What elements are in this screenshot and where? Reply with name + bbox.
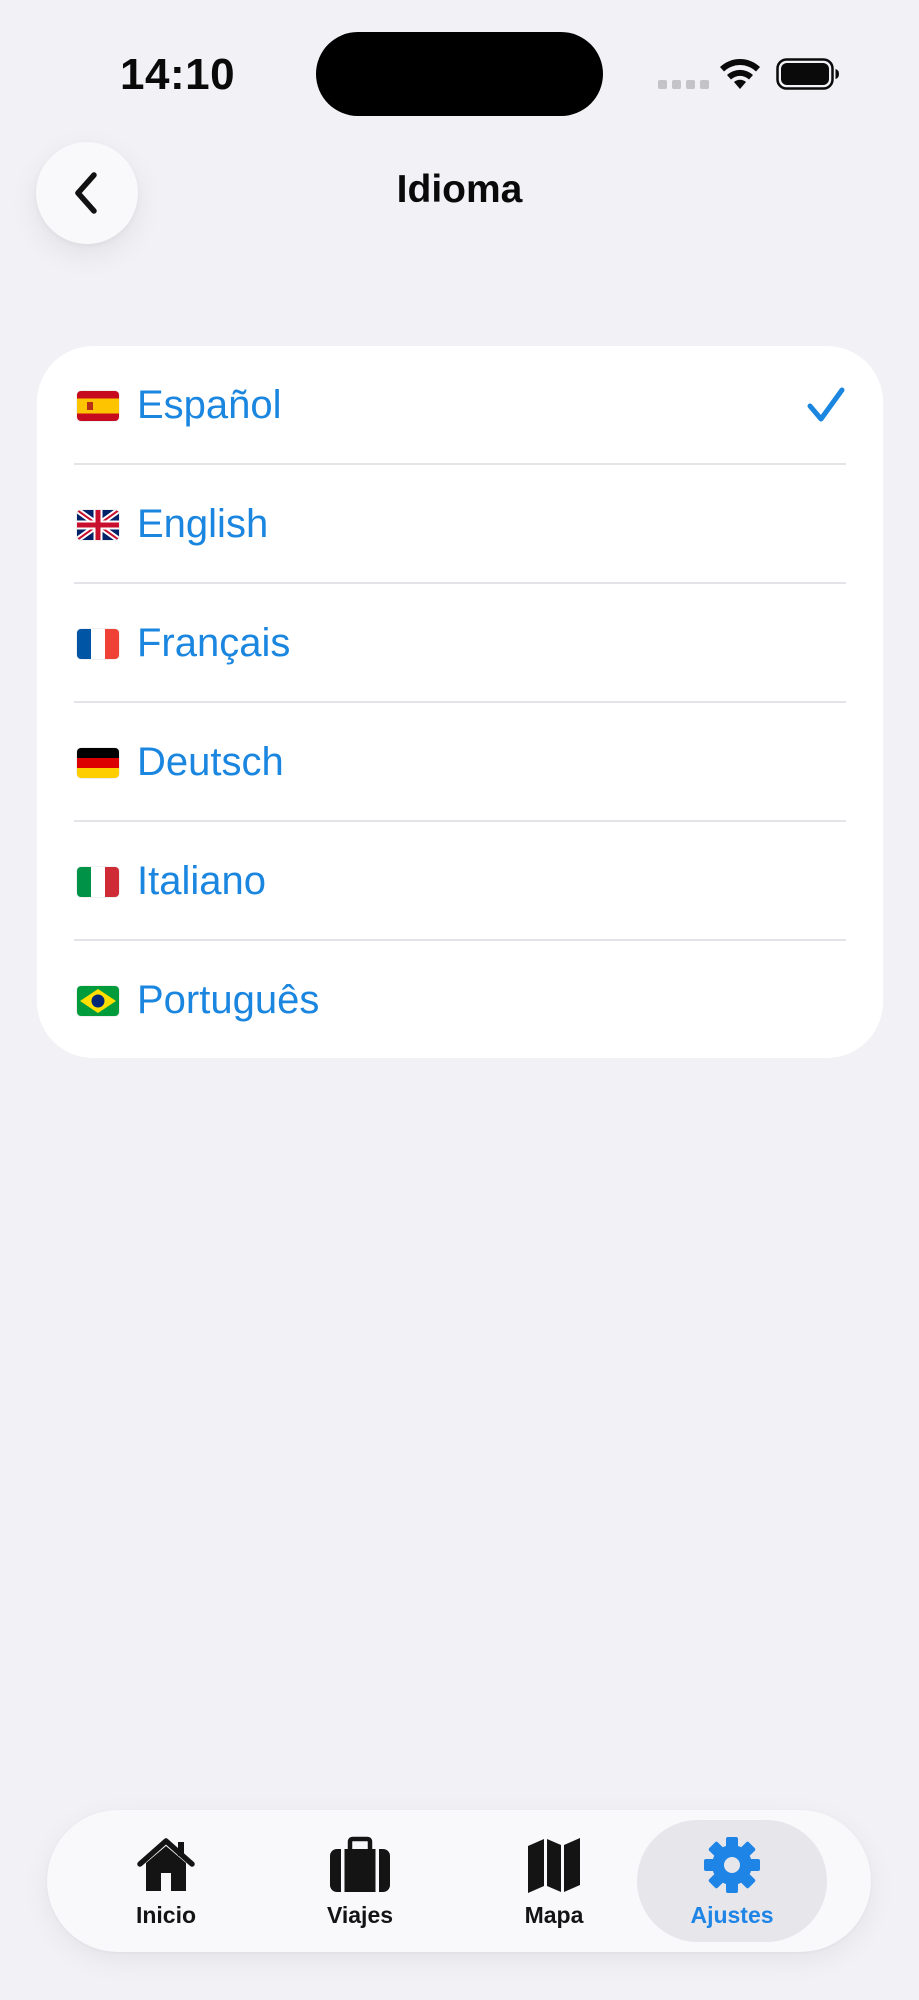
language-label: English (137, 502, 269, 546)
map-icon (528, 1838, 580, 1893)
language-label: Italiano (137, 859, 266, 903)
spain-flag-icon (77, 391, 119, 421)
language-item-francais[interactable]: Français (37, 584, 883, 703)
france-flag-icon (77, 629, 119, 659)
house-icon (137, 1838, 195, 1891)
brazil-flag-icon (77, 986, 119, 1016)
tab-inicio[interactable]: Inicio (71, 1820, 261, 1942)
gear-icon (704, 1837, 760, 1893)
tab-label: Mapa (524, 1902, 584, 1928)
wifi-icon (720, 59, 760, 89)
language-label: Español (137, 383, 282, 427)
tab-bar: Inicio Viajes Mapa Ajustes (47, 1810, 871, 1952)
language-item-espanol[interactable]: Español (37, 346, 883, 465)
language-item-italiano[interactable]: Italiano (37, 822, 883, 941)
tab-viajes[interactable]: Viajes (265, 1820, 455, 1942)
language-label: Deutsch (137, 740, 284, 784)
language-item-deutsch[interactable]: Deutsch (37, 703, 883, 822)
tab-label: Viajes (326, 1902, 394, 1928)
germany-flag-icon (77, 748, 119, 778)
language-item-english[interactable]: English (37, 465, 883, 584)
tab-ajustes[interactable]: Ajustes (637, 1820, 827, 1942)
status-bar: 14:10 (0, 0, 919, 140)
suitcase-icon (330, 1836, 390, 1892)
status-time: 14:10 (120, 50, 236, 99)
tab-mapa[interactable]: Mapa (459, 1820, 649, 1942)
tab-label: Ajustes (690, 1902, 774, 1928)
battery-icon (776, 58, 839, 90)
uk-flag-icon (77, 510, 119, 540)
checkmark-icon (807, 387, 845, 422)
italy-flag-icon (77, 867, 119, 897)
dynamic-island (316, 32, 603, 116)
language-item-portugues[interactable]: Português (37, 941, 883, 1058)
tab-label: Inicio (135, 1902, 197, 1928)
language-label: Français (137, 621, 291, 665)
language-list: Español English Français Deutsch Italian… (37, 346, 883, 1058)
language-label: Português (137, 978, 320, 1022)
page-title: Idioma (396, 168, 523, 211)
cellular-signal-icon (658, 80, 709, 89)
